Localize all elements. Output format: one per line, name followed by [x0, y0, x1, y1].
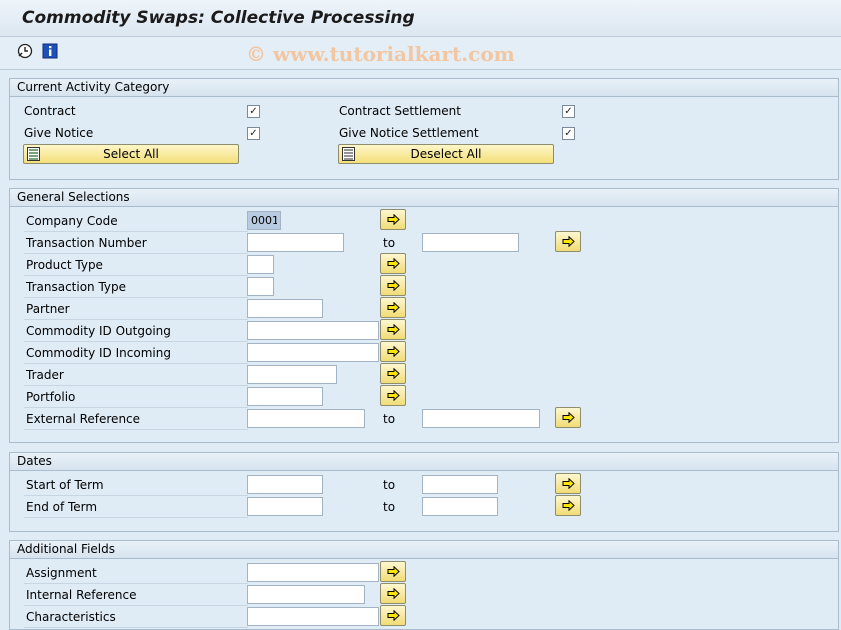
- transaction-type-multiple-button[interactable]: [380, 275, 406, 296]
- internal-reference-label: Internal Reference: [24, 585, 248, 606]
- start-of-term-multiple-button[interactable]: [555, 473, 581, 494]
- partner-label: Partner: [24, 299, 248, 320]
- product-type-label: Product Type: [24, 255, 248, 276]
- to-label: to: [383, 500, 396, 514]
- deselect-all-icon: [342, 147, 355, 161]
- partner-input[interactable]: [247, 299, 323, 318]
- product-type-multiple-button[interactable]: [380, 253, 406, 274]
- start-of-term-from-input[interactable]: [247, 475, 323, 494]
- portfolio-input[interactable]: [247, 387, 323, 406]
- transaction-type-label: Transaction Type: [24, 277, 248, 298]
- transaction-number-to-input[interactable]: [422, 233, 519, 252]
- select-all-button[interactable]: Select All: [23, 144, 239, 164]
- end-of-term-label: End of Term: [24, 497, 248, 518]
- application-toolbar: © www.tutorialkart.com: [0, 37, 841, 70]
- assignment-label: Assignment: [24, 563, 248, 584]
- assignment-multiple-button[interactable]: [380, 561, 406, 582]
- external-reference-to-input[interactable]: [422, 409, 540, 428]
- portfolio-multiple-button[interactable]: [380, 385, 406, 406]
- select-all-icon: [27, 147, 40, 161]
- contract-settlement-checkbox[interactable]: ✓: [562, 105, 575, 118]
- commodity-id-outgoing-multiple-button[interactable]: [380, 319, 406, 340]
- group-header: Dates: [10, 453, 838, 471]
- contract-checkbox[interactable]: ✓: [247, 105, 260, 118]
- transaction-number-label: Transaction Number: [24, 233, 248, 254]
- assignment-input[interactable]: [247, 563, 379, 582]
- company-code-multiple-button[interactable]: [380, 209, 406, 230]
- group-header: Current Activity Category: [10, 79, 838, 97]
- transaction-number-from-input[interactable]: [247, 233, 344, 252]
- characteristics-multiple-button[interactable]: [380, 605, 406, 626]
- activity-category-group: Current Activity Category Contract ✓ Con…: [9, 78, 839, 180]
- characteristics-input[interactable]: [247, 607, 379, 626]
- characteristics-label: Characteristics: [24, 607, 248, 628]
- deselect-all-label: Deselect All: [410, 147, 482, 161]
- info-icon[interactable]: [42, 43, 58, 59]
- give-notice-label: Give Notice: [24, 126, 94, 140]
- external-reference-label: External Reference: [24, 409, 248, 430]
- company-code-input[interactable]: [247, 211, 281, 230]
- select-all-label: Select All: [103, 147, 159, 161]
- to-label: to: [383, 412, 396, 426]
- commodity-id-incoming-multiple-button[interactable]: [380, 341, 406, 362]
- to-label: to: [383, 236, 396, 250]
- transaction-type-input[interactable]: [247, 277, 274, 296]
- group-header: Additional Fields: [10, 541, 838, 559]
- product-type-input[interactable]: [247, 255, 274, 274]
- partner-multiple-button[interactable]: [380, 297, 406, 318]
- external-reference-from-input[interactable]: [247, 409, 365, 428]
- start-of-term-to-input[interactable]: [422, 475, 498, 494]
- trader-multiple-button[interactable]: [380, 363, 406, 384]
- portfolio-label: Portfolio: [24, 387, 248, 408]
- trader-label: Trader: [24, 365, 248, 386]
- additional-fields-group: Additional Fields Assignment Internal Re…: [9, 540, 839, 630]
- contract-label: Contract: [24, 104, 76, 118]
- page-title: Commodity Swaps: Collective Processing: [22, 8, 415, 28]
- transaction-number-multiple-button[interactable]: [555, 231, 581, 252]
- commodity-id-outgoing-label: Commodity ID Outgoing: [24, 321, 248, 342]
- group-header: General Selections: [10, 189, 838, 207]
- give-notice-settlement-label: Give Notice Settlement: [339, 126, 479, 140]
- contract-settlement-label: Contract Settlement: [339, 104, 461, 118]
- give-notice-checkbox[interactable]: ✓: [247, 127, 260, 140]
- trader-input[interactable]: [247, 365, 337, 384]
- end-of-term-to-input[interactable]: [422, 497, 498, 516]
- general-selections-group: General Selections Company Code Transact…: [9, 188, 839, 443]
- to-label: to: [383, 478, 396, 492]
- give-notice-settlement-checkbox[interactable]: ✓: [562, 127, 575, 140]
- dates-group: Dates Start of Term to End of Term to: [9, 452, 839, 532]
- commodity-id-incoming-input[interactable]: [247, 343, 379, 362]
- internal-reference-input[interactable]: [247, 585, 365, 604]
- company-code-label: Company Code: [24, 211, 248, 232]
- deselect-all-button[interactable]: Deselect All: [338, 144, 554, 164]
- watermark: © www.tutorialkart.com: [246, 42, 515, 66]
- title-bar: Commodity Swaps: Collective Processing: [0, 0, 841, 37]
- end-of-term-from-input[interactable]: [247, 497, 323, 516]
- commodity-id-outgoing-input[interactable]: [247, 321, 379, 340]
- external-reference-multiple-button[interactable]: [555, 407, 581, 428]
- internal-reference-multiple-button[interactable]: [380, 583, 406, 604]
- start-of-term-label: Start of Term: [24, 475, 248, 496]
- execute-clock-icon[interactable]: [17, 43, 33, 59]
- end-of-term-multiple-button[interactable]: [555, 495, 581, 516]
- commodity-id-incoming-label: Commodity ID Incoming: [24, 343, 248, 364]
